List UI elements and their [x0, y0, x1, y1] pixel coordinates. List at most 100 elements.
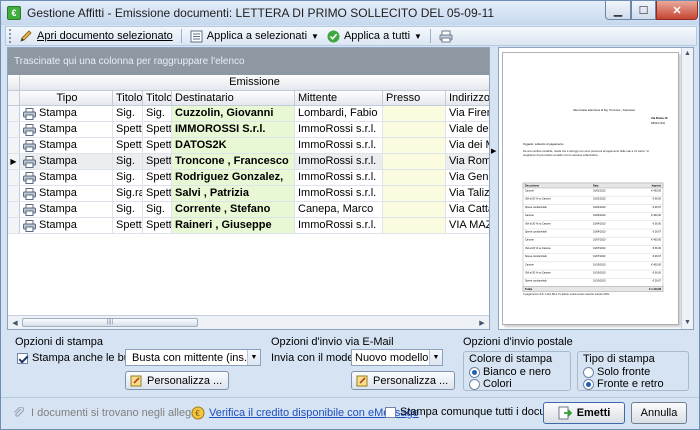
group-by-panel[interactable]: Trascinate qui una colonna per raggruppa…: [8, 48, 489, 75]
column-header-indirizzo[interactable]: Indirizzo: [446, 91, 489, 105]
close-button[interactable]: ✕: [656, 1, 698, 20]
cell-presso[interactable]: [383, 106, 446, 121]
cell-mittente[interactable]: Lombardi, Fabio: [295, 106, 383, 121]
row-indicator[interactable]: [8, 170, 20, 185]
toolbar-grip[interactable]: [9, 29, 12, 43]
cell-titolo-d[interactable]: Sig.: [113, 154, 143, 169]
cell-titolo-m[interactable]: Spett.l: [143, 218, 172, 233]
scroll-down-icon[interactable]: ▼: [682, 317, 693, 329]
email-model-select[interactable]: Nuovo modello e-mail ▼: [351, 349, 443, 366]
table-row[interactable]: StampaSpett.lSpett.lDATOS2KImmoRossi s.r…: [8, 138, 489, 154]
cell-presso[interactable]: [383, 202, 446, 217]
cell-mittente[interactable]: ImmoRossi s.r.l.: [295, 218, 383, 233]
color-radio-bw[interactable]: [469, 366, 480, 378]
cell-titolo-d[interactable]: Sig.: [113, 202, 143, 217]
cell-titolo-m[interactable]: Spett.l: [143, 154, 172, 169]
column-header-tipo[interactable]: Tipo: [20, 91, 113, 105]
scroll-up-icon[interactable]: ▲: [682, 48, 693, 60]
scroll-right-icon[interactable]: ▶: [475, 316, 489, 329]
cell-mittente[interactable]: Canepa, Marco: [295, 202, 383, 217]
scroll-thumb[interactable]: ||||: [22, 318, 198, 327]
cell-indirizzo[interactable]: Via Firenze 58: [446, 106, 489, 121]
preview-vertical-scrollbar[interactable]: ▲ ▼: [681, 48, 693, 329]
cell-destinatario[interactable]: Cuzzolin, Giovanni: [172, 106, 295, 121]
apply-selected-button[interactable]: Applica a selezionati ▼: [186, 27, 323, 45]
table-row[interactable]: StampaSpett.lSpett.lIMMOROSSI S.r.l.Immo…: [8, 122, 489, 138]
cell-presso[interactable]: [383, 186, 446, 201]
column-header-destinatario[interactable]: Destinatario: [172, 91, 295, 105]
maximize-button[interactable]: ☐: [631, 1, 656, 20]
cell-mittente[interactable]: ImmoRossi s.r.l.: [295, 186, 383, 201]
cancel-button[interactable]: Annulla: [631, 402, 687, 424]
type-option-single[interactable]: Solo fronte: [583, 366, 650, 378]
cell-mittente[interactable]: ImmoRossi s.r.l.: [295, 122, 383, 137]
row-indicator[interactable]: [8, 122, 20, 137]
cell-mittente[interactable]: ImmoRossi s.r.l.: [295, 138, 383, 153]
type-radio-single[interactable]: [583, 366, 594, 378]
row-indicator[interactable]: [8, 138, 20, 153]
cell-destinatario[interactable]: Troncone , Francesco: [172, 154, 295, 169]
apply-all-button[interactable]: Applica a tutti ▼: [323, 27, 426, 45]
cell-destinatario[interactable]: DATOS2K: [172, 138, 295, 153]
envelopes-checkbox[interactable]: [17, 352, 28, 364]
cell-destinatario[interactable]: IMMOROSSI S.r.l.: [172, 122, 295, 137]
collapse-arrow-icon[interactable]: ▶: [491, 147, 496, 155]
cell-indirizzo[interactable]: Via Genova 12: [446, 170, 489, 185]
color-radio-color[interactable]: [469, 378, 480, 390]
cell-tipo[interactable]: Stampa: [20, 154, 113, 169]
cell-destinatario[interactable]: Rodriguez Gonzalez,: [172, 170, 295, 185]
cell-tipo[interactable]: Stampa: [20, 170, 113, 185]
cell-presso[interactable]: [383, 170, 446, 185]
chevron-down-icon[interactable]: ▼: [429, 350, 442, 365]
row-indicator[interactable]: [8, 186, 20, 201]
envelope-type-select[interactable]: Busta con mittente (ins. ve ▼: [125, 349, 261, 366]
cell-indirizzo[interactable]: Viale della Repubbli: [446, 122, 489, 137]
cell-tipo[interactable]: Stampa: [20, 106, 113, 121]
cell-titolo-d[interactable]: Spett.l: [113, 138, 143, 153]
print-button[interactable]: [435, 27, 461, 45]
cell-titolo-d[interactable]: Sig.ra: [113, 186, 143, 201]
column-header-titolo-m[interactable]: Titolo M: [143, 91, 172, 105]
cell-titolo-d[interactable]: Spett.l: [113, 122, 143, 137]
cell-titolo-m[interactable]: Spett.l: [143, 186, 172, 201]
cell-presso[interactable]: [383, 218, 446, 233]
cell-destinatario[interactable]: Salvi , Patrizia: [172, 186, 295, 201]
column-header-mittente[interactable]: Mittente: [295, 91, 383, 105]
column-header-titolo-d[interactable]: Titolo d: [113, 91, 143, 105]
type-option-duplex[interactable]: Fronte e retro: [583, 378, 664, 390]
row-indicator[interactable]: [8, 106, 20, 121]
cell-presso[interactable]: [383, 154, 446, 169]
color-option-color[interactable]: Colori: [469, 378, 512, 390]
table-row[interactable]: Stampa Sig.raSpett.lSalvi , PatriziaImmoR…: [8, 186, 489, 202]
table-row[interactable]: Stampa Sig.Spett.lRodriguez Gonzalez,Immo…: [8, 170, 489, 186]
cell-titolo-m[interactable]: Spett.l: [143, 122, 172, 137]
row-indicator[interactable]: ▶: [8, 154, 20, 169]
chevron-down-icon[interactable]: ▼: [247, 350, 260, 365]
column-header-presso[interactable]: Presso: [383, 91, 446, 105]
emit-button[interactable]: Emetti: [543, 402, 625, 424]
cell-tipo[interactable]: Stampa: [20, 218, 113, 233]
cell-titolo-m[interactable]: Spett.l: [143, 170, 172, 185]
cell-indirizzo[interactable]: Via Talizia 45: [446, 186, 489, 201]
cell-titolo-d[interactable]: Spett.l: [113, 218, 143, 233]
table-row[interactable]: ▶ Stampa Sig.Spett.lTroncone , FrancescoIm…: [8, 154, 489, 170]
title-bar[interactable]: € Gestione Affitti - Emissione documenti…: [1, 1, 699, 25]
color-option-bw[interactable]: Bianco e nero: [469, 366, 551, 378]
horizontal-scrollbar[interactable]: ◀ |||| ▶: [8, 315, 489, 329]
table-row[interactable]: StampaSpett.lSpett.lRaineri , GiuseppeIm…: [8, 218, 489, 234]
type-radio-duplex[interactable]: [583, 378, 594, 390]
row-indicator[interactable]: [8, 202, 20, 217]
cell-titolo-m[interactable]: Sig.: [143, 106, 172, 121]
cell-titolo-d[interactable]: Sig.: [113, 106, 143, 121]
print-all-checkbox[interactable]: [385, 406, 396, 418]
panel-splitter[interactable]: ▶: [491, 47, 497, 330]
email-customize-button[interactable]: Personalizza ...: [351, 371, 456, 390]
table-row[interactable]: Stampa Sig. Sig. Cuzzolin, Giovanni Lombardi…: [8, 106, 489, 122]
cell-indirizzo[interactable]: Via dei Mille 34: [446, 138, 489, 153]
cell-presso[interactable]: [383, 138, 446, 153]
cell-tipo[interactable]: Stampa: [20, 186, 113, 201]
row-indicator[interactable]: [8, 218, 20, 233]
scroll-left-icon[interactable]: ◀: [8, 316, 22, 329]
cell-titolo-m[interactable]: Sig.: [143, 202, 172, 217]
cell-tipo[interactable]: Stampa: [20, 138, 113, 153]
